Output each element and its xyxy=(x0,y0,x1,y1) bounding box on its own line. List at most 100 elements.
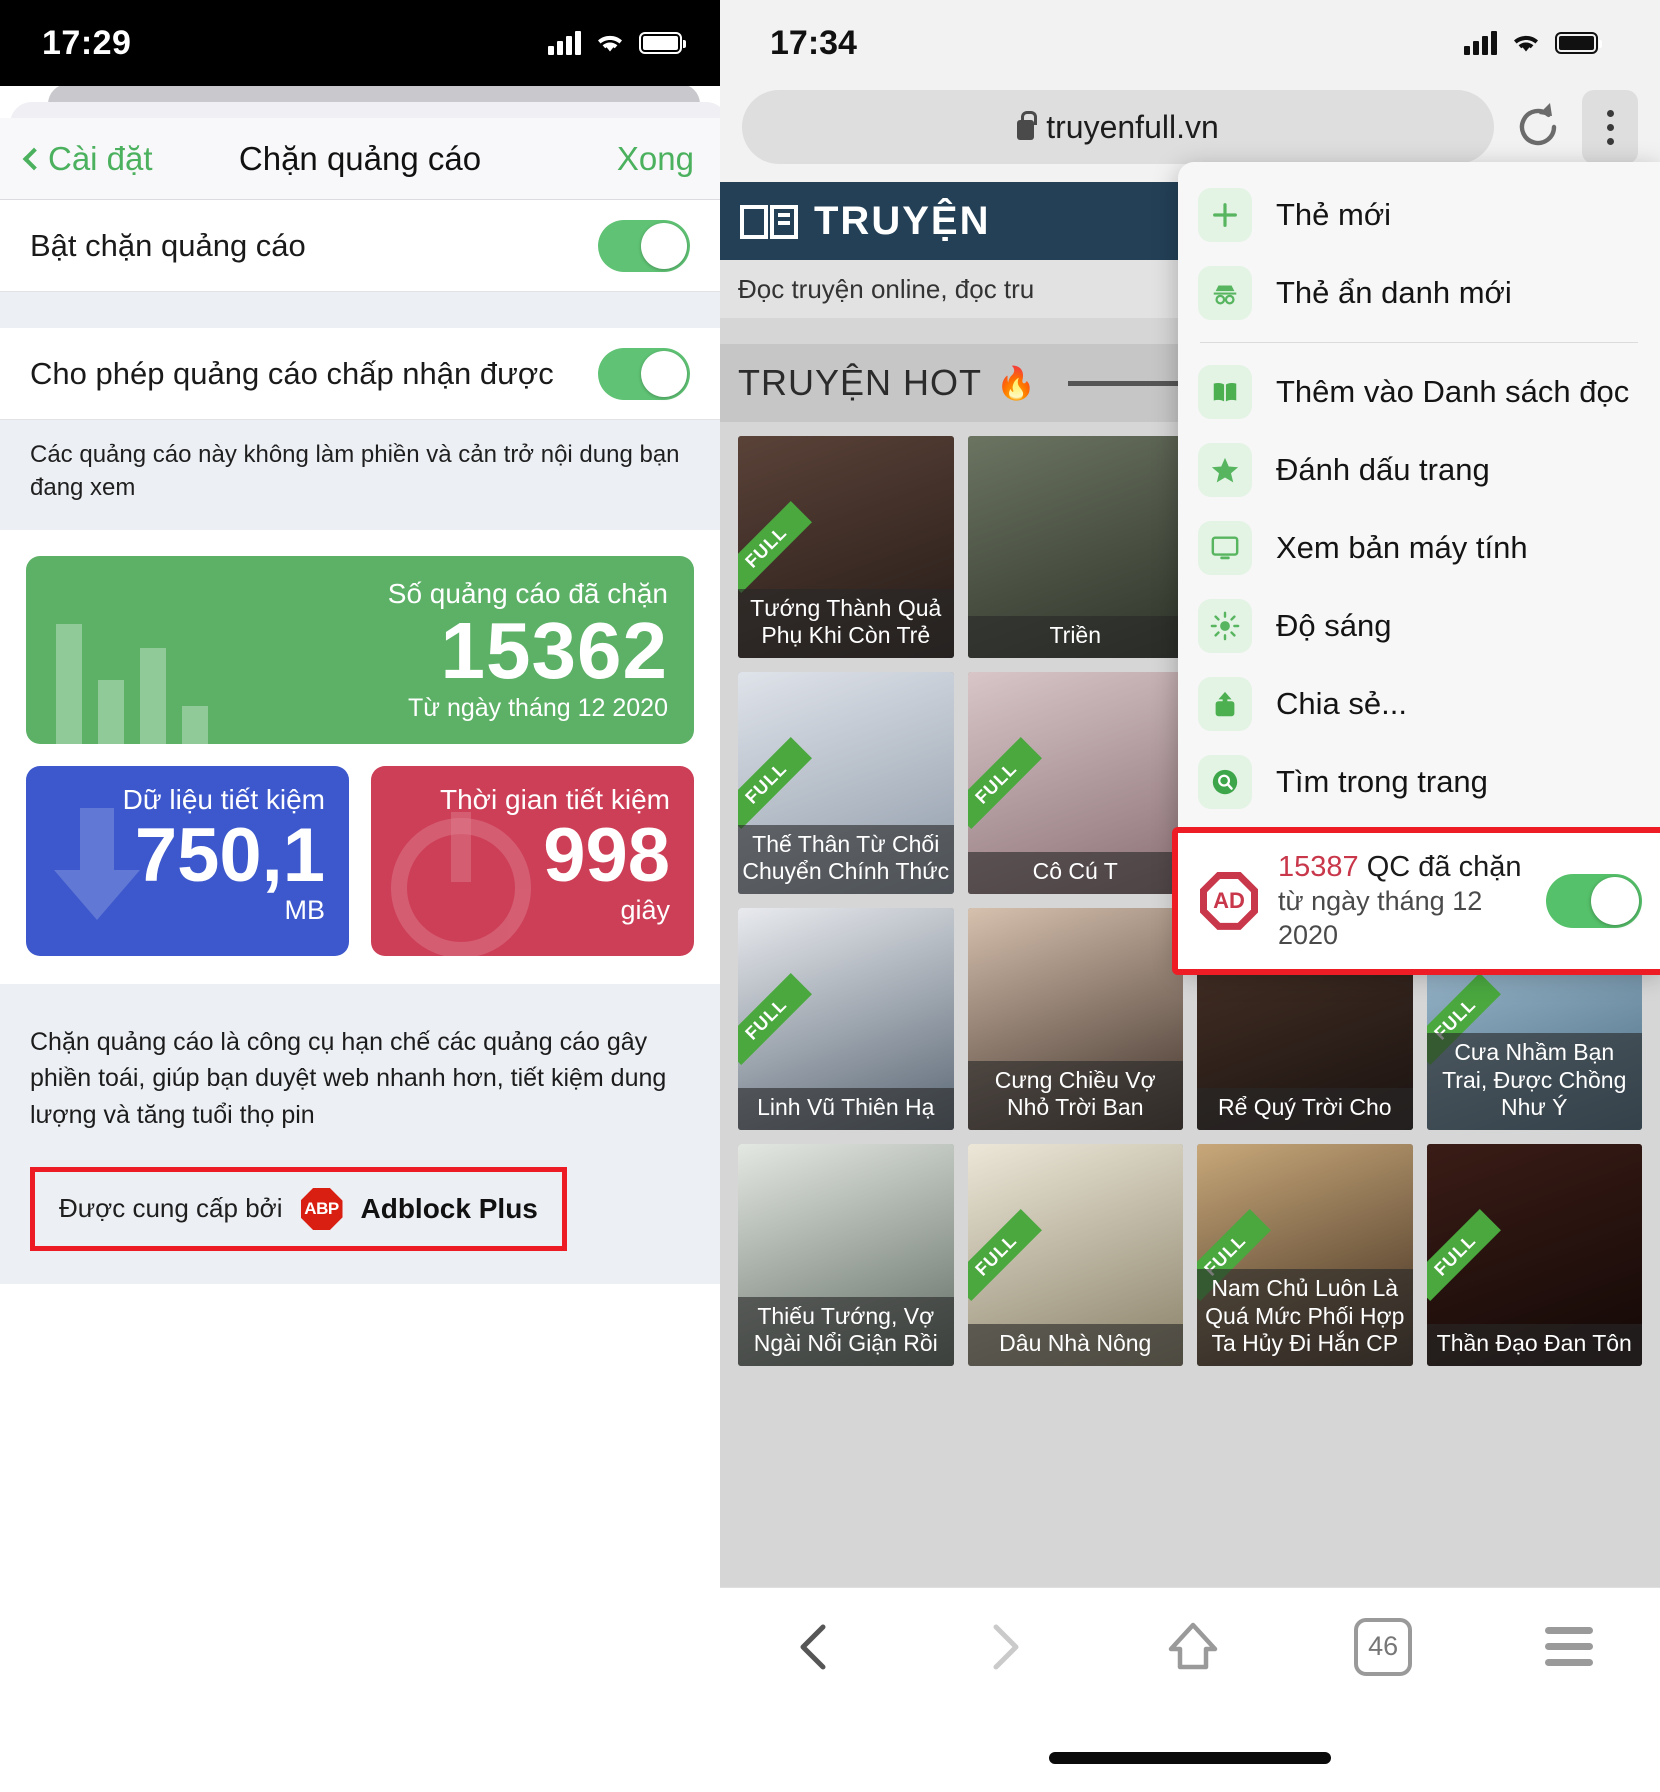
menu-item-6[interactable]: Độ sáng xyxy=(1178,587,1660,665)
footer-section: Chặn quảng cáo là công cụ hạn chế các qu… xyxy=(0,984,720,1285)
book-card[interactable]: FULL Thần Đạo Đan Tôn xyxy=(1426,1144,1642,1366)
menu-item-label: Độ sáng xyxy=(1276,608,1392,643)
menu-item-7[interactable]: Chia sẻ... xyxy=(1178,665,1660,743)
ad-blocked-row[interactable]: AD 15387 QC đã chặn từ ngày tháng 12 202… xyxy=(1178,833,1660,969)
ios-status-bar: 17:29 xyxy=(0,0,720,86)
ad-blocked-row-highlight: AD 15387 QC đã chặn từ ngày tháng 12 202… xyxy=(1172,827,1660,975)
book-card[interactable]: FULL Nam Chủ Luôn Là Quá Mức Phối Hợp Ta … xyxy=(1197,1144,1413,1366)
book-title: Cô Cú T xyxy=(967,852,1183,894)
book-title: Cưa Nhầm Bạn Trai, Được Chồng Như Ý xyxy=(1426,1033,1642,1130)
book-icon xyxy=(1198,365,1252,419)
ad-blocked-count: 15387 xyxy=(1278,851,1359,883)
book-card[interactable]: FULL Dâu Nhà Nông xyxy=(967,1144,1183,1366)
browser-bottom-bar: 46 xyxy=(720,1587,1660,1705)
brightness-icon xyxy=(1198,599,1252,653)
battery-icon xyxy=(639,32,686,54)
ad-blocked-summary: 15387 QC đã chặn xyxy=(1278,851,1521,883)
book-title: Thế Thân Từ Chối Chuyển Chính Thức xyxy=(738,824,954,894)
home-indicator xyxy=(1049,1752,1331,1764)
battery-icon xyxy=(1555,32,1602,54)
menu-item-5[interactable]: Xem bản máy tính xyxy=(1178,509,1660,587)
status-time: 17:29 xyxy=(42,23,132,62)
star-icon xyxy=(1198,443,1252,497)
hamburger-icon[interactable] xyxy=(1545,1627,1594,1666)
book-title: Rể Quý Trời Cho xyxy=(1197,1088,1413,1130)
data-saved-caption: Dữ liệu tiết kiệm xyxy=(122,784,325,816)
acceptable-ads-toggle[interactable] xyxy=(598,347,690,400)
plus-icon xyxy=(1198,188,1252,242)
stats-section: Số quảng cáo đã chặn 15362 Từ ngày tháng… xyxy=(0,530,720,985)
browser-status-bar: 17:34 xyxy=(720,0,1660,86)
book-card[interactable]: Thiếu Tướng, Vợ Ngài Nổi Giận Rồi xyxy=(738,1144,954,1366)
menu-item-label: Thẻ mới xyxy=(1276,197,1392,232)
ad-block-icon: AD xyxy=(1200,871,1258,930)
site-title: TRUYỆN xyxy=(814,198,991,243)
setting-label: Cho phép quảng cáo chấp nhận được xyxy=(30,355,554,391)
book-card[interactable]: FULL Tướng Thành Quả Phụ Khi Còn Trẻ xyxy=(738,436,954,658)
powered-by-label: Được cung cấp bởi xyxy=(59,1193,283,1224)
menu-item-label: Xem bản máy tính xyxy=(1276,530,1528,565)
cellular-signal-icon xyxy=(1464,31,1497,55)
chevron-left-icon xyxy=(22,147,46,170)
incognito-icon xyxy=(1198,266,1252,320)
screenshot-root: 17:29 Cài đặt Chặn quảng cáo Xong Bật ch… xyxy=(0,0,1660,1792)
navigation-bar: Cài đặt Chặn quảng cáo Xong xyxy=(0,118,720,200)
status-time: 17:34 xyxy=(770,23,857,62)
menu-item-3[interactable]: Thêm vào Danh sách đọc xyxy=(1178,353,1660,431)
ad-blocked-label: QC đã chặn xyxy=(1366,851,1522,883)
book-card[interactable]: FULL Cô Cú T xyxy=(967,672,1183,894)
browser-overflow-menu: Thẻ mới Thẻ ẩn danh mới Thêm vào Danh sách… xyxy=(1172,162,1660,975)
menu-item-label: Chia sẻ... xyxy=(1276,686,1407,721)
status-icons xyxy=(548,31,686,55)
menu-item-4[interactable]: Đánh dấu trang xyxy=(1178,431,1660,509)
back-button-label: Cài đặt xyxy=(48,139,153,177)
section-gap xyxy=(0,292,720,328)
blocked-ads-card: Số quảng cáo đã chặn 15362 Từ ngày tháng… xyxy=(26,556,694,745)
browser-menu-button[interactable] xyxy=(1582,90,1638,164)
menu-item-2[interactable]: Thẻ ẩn danh mới xyxy=(1178,254,1660,332)
book-title: Thiếu Tướng, Vợ Ngài Nổi Giận Rồi xyxy=(738,1296,954,1366)
reload-icon[interactable] xyxy=(1510,99,1566,155)
enable-adblock-toggle[interactable] xyxy=(598,219,690,272)
status-icons xyxy=(1464,31,1602,55)
ad-badge-text: AD xyxy=(1213,887,1245,913)
time-saved-unit: giây xyxy=(620,895,670,926)
powered-by-adblock-plus: Được cung cấp bởi ABP Adblock Plus xyxy=(30,1166,567,1251)
setting-row-enable-adblock[interactable]: Bật chặn quảng cáo xyxy=(0,200,720,292)
data-saved-card: Dữ liệu tiết kiệm 750,1 MB xyxy=(26,766,349,957)
tab-count-button[interactable]: 46 xyxy=(1354,1617,1413,1676)
data-saved-unit: MB xyxy=(284,895,326,926)
menu-item-label: Tìm trong trang xyxy=(1276,764,1488,799)
left-phone-panel: 17:29 Cài đặt Chặn quảng cáo Xong Bật ch… xyxy=(0,0,720,1792)
menu-item-8[interactable]: Tìm trong trang xyxy=(1178,743,1660,821)
back-to-settings-button[interactable]: Cài đặt xyxy=(22,139,153,178)
menu-separator xyxy=(1200,342,1638,343)
setting-label: Bật chặn quảng cáo xyxy=(30,227,306,263)
right-phone-panel: 17:34 truyenfull.vn TRUYỆN Đọc truyện on… xyxy=(720,0,1660,1792)
menu-item-1[interactable]: Thẻ mới xyxy=(1178,176,1660,254)
search-icon xyxy=(1198,755,1252,809)
done-button[interactable]: Xong xyxy=(617,140,694,178)
small-stats-row: Dữ liệu tiết kiệm 750,1 MB Thời gian tiế… xyxy=(26,766,694,957)
open-book-logo-icon xyxy=(740,201,798,241)
menu-item-label: Thêm vào Danh sách đọc xyxy=(1276,374,1630,409)
address-bar[interactable]: truyenfull.vn xyxy=(742,90,1494,164)
flame-icon: 🔥 xyxy=(996,365,1036,401)
book-card[interactable]: FULL Thế Thân Từ Chối Chuyển Chính Thức xyxy=(738,672,954,894)
back-chevron-icon[interactable] xyxy=(787,1619,843,1675)
wifi-icon xyxy=(595,32,625,54)
book-card[interactable]: Triền xyxy=(967,436,1183,658)
ad-block-toggle[interactable] xyxy=(1546,873,1642,928)
ad-blocked-since: từ ngày tháng 12 2020 xyxy=(1278,886,1483,950)
data-saved-value: 750,1 xyxy=(134,813,325,899)
forward-chevron-icon[interactable] xyxy=(976,1619,1032,1675)
book-card[interactable]: FULL Linh Vũ Thiên Hạ xyxy=(738,908,954,1130)
hot-section-title: TRUYỆN HOT xyxy=(738,362,982,403)
adblock-plus-brand-name: Adblock Plus xyxy=(360,1192,538,1224)
book-card[interactable]: Cưng Chiều Vợ Nhỏ Trời Ban xyxy=(967,908,1183,1130)
book-title: Triền xyxy=(967,616,1183,658)
desktop-icon xyxy=(1198,521,1252,575)
home-icon[interactable] xyxy=(1165,1619,1221,1675)
book-title: Cưng Chiều Vợ Nhỏ Trời Ban xyxy=(967,1060,1183,1130)
setting-row-acceptable-ads[interactable]: Cho phép quảng cáo chấp nhận được xyxy=(0,328,720,420)
